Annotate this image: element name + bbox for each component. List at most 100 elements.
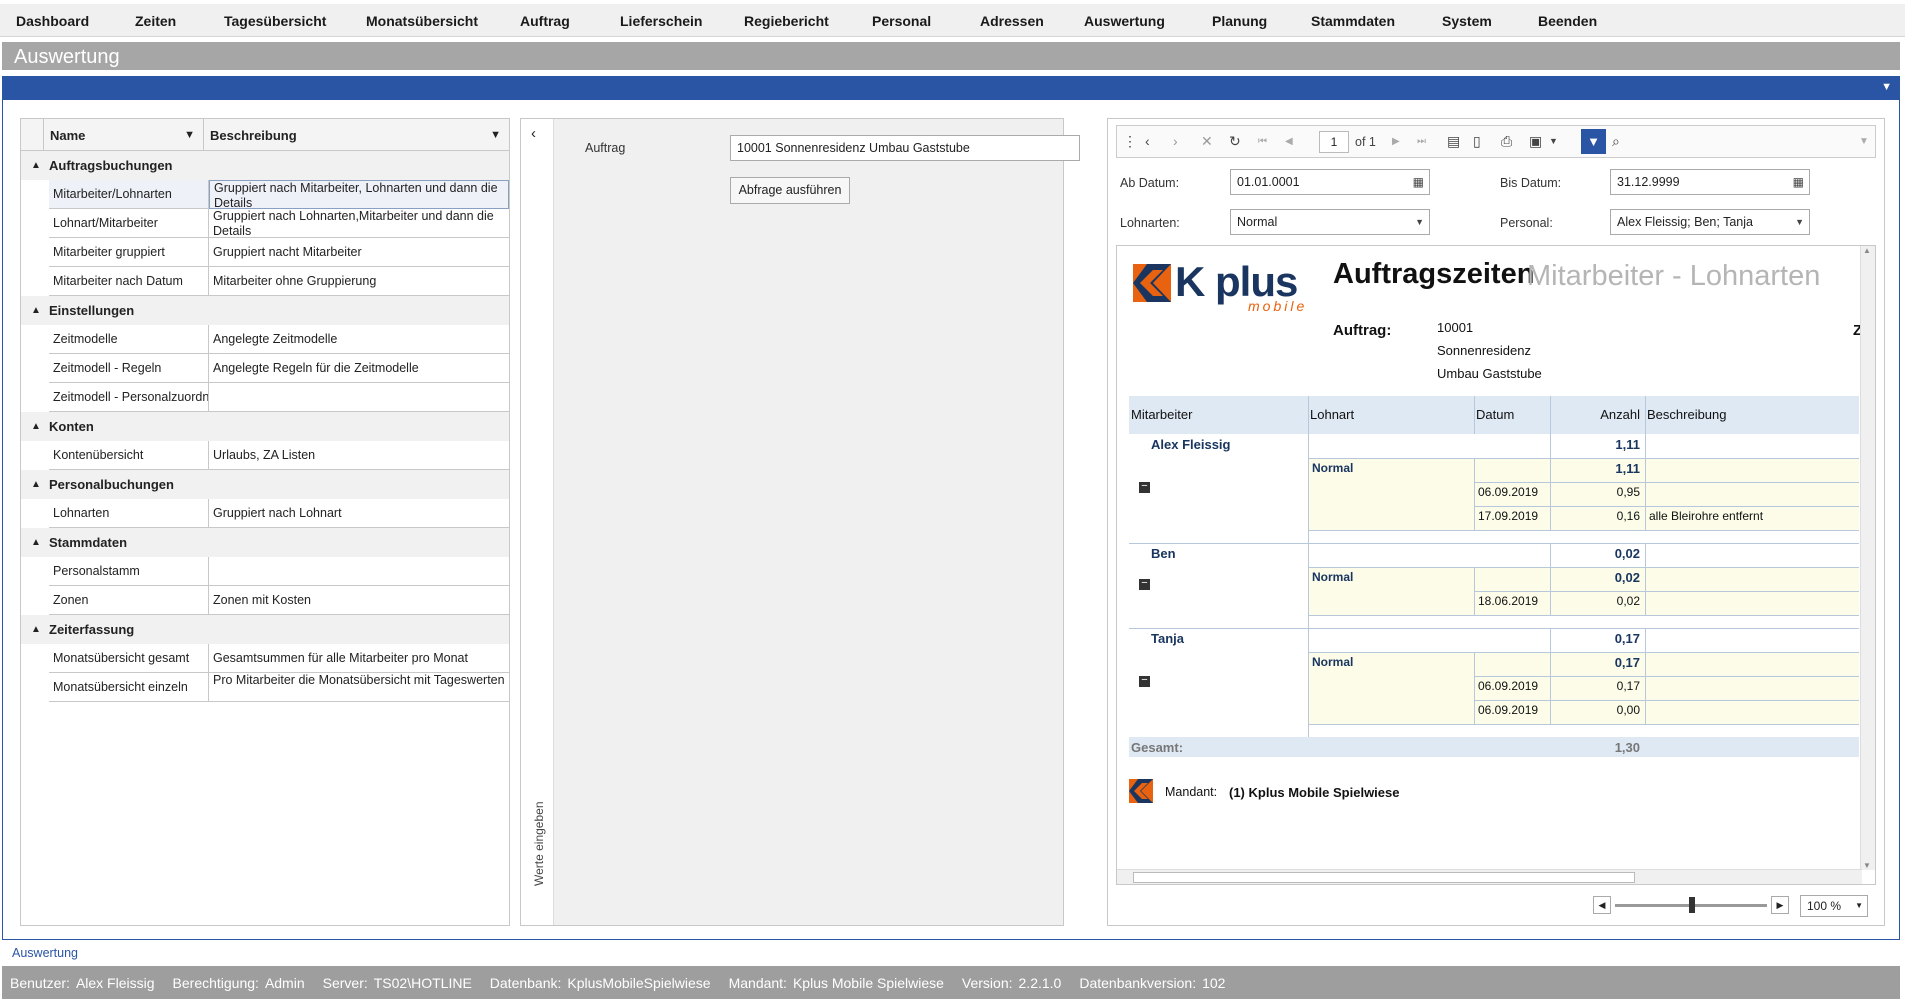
menu-item-12[interactable]: System [1442,4,1492,37]
lohnarten-value: Normal [1237,215,1278,229]
tree-row[interactable]: Zeitmodelle Angelegte Zeitmodelle [49,325,509,354]
menu-item-1[interactable]: Zeiten [135,4,176,37]
menu-item-4[interactable]: Auftrag [520,4,570,37]
report-title: Auftragszeiten [1333,258,1535,290]
expand-triangle-icon[interactable]: ▲ [31,528,41,558]
tree-row[interactable]: Lohnart/Mitarbeiter Gruppiert nach Lohnar… [49,209,509,238]
tree-row[interactable]: Zeitmodell - Personalzuordn [49,383,509,412]
personal-label: Personal: [1500,216,1553,230]
expand-triangle-icon[interactable]: ▲ [31,470,41,500]
refresh-icon[interactable]: ↻ [1229,133,1241,150]
calendar-icon[interactable]: ▦ [1413,170,1424,194]
tree-row[interactable]: Zonen Zonen mit Kosten [49,586,509,615]
tree-row[interactable]: Mitarbeiter/Lohnarten Gruppiert nach Mita… [49,180,509,209]
back-icon[interactable]: ‹ [1145,133,1150,149]
tree-row[interactable]: Mitarbeiter nach Datum Mitarbeiter ohne G… [49,267,509,296]
filter-icon[interactable]: ▼ [490,119,501,152]
lohnarten-label: Lohnarten: [1120,216,1180,230]
collapse-minus-icon[interactable]: − [1139,675,1150,687]
run-query-button[interactable]: Abfrage ausführen [730,177,850,204]
search-icon[interactable]: ⌕ [1612,133,1620,150]
zoom-select[interactable]: 100 % ▼ [1800,895,1868,917]
expand-triangle-icon[interactable]: ▲ [31,615,41,645]
column-header-desc[interactable]: Beschreibung ▼ [203,119,509,151]
menu-item-11[interactable]: Stammdaten [1311,4,1395,37]
tree-row[interactable]: Personalstamm [49,557,509,586]
expand-triangle-icon[interactable]: ▲ [31,296,41,326]
export-icon[interactable]: ▣ [1529,133,1542,150]
status-label: Version: [961,975,1013,991]
collapse-minus-icon[interactable]: − [1139,578,1150,590]
lohnart-total: 0,17 [1614,655,1640,670]
export-dropdown-icon[interactable]: ▼ [1549,136,1558,146]
status-label: Benutzer: [10,975,70,991]
menu-item-9[interactable]: Auswertung [1084,4,1165,37]
lohnart-total: 0,02 [1614,570,1640,585]
tree-row-description [209,557,509,586]
menu-item-2[interactable]: Tagesübersicht [224,4,326,37]
auftrag-label: Auftrag [585,141,626,155]
tree-group[interactable]: ▲ Zeiterfassung [21,615,509,644]
employee-total: 0,02 [1614,546,1640,561]
tree-row[interactable]: Kontenübersicht Urlaubs, ZA Listen [49,441,509,470]
page-input[interactable]: 1 [1319,131,1349,153]
print-layout-icon[interactable]: ▤ [1447,133,1460,150]
tree-row[interactable]: Mitarbeiter gruppiert Gruppiert nacht Mit… [49,238,509,267]
menu-item-8[interactable]: Adressen [980,4,1044,37]
first-page-icon[interactable]: ⏮ [1258,136,1267,147]
zoom-slider-thumb[interactable] [1689,897,1695,913]
print-icon[interactable]: ⎙ [1501,133,1512,150]
tree-row[interactable]: Lohnarten Gruppiert nach Lohnart [49,499,509,528]
tree-group[interactable]: ▲ Personalbuchungen [21,470,509,499]
row-divider [1474,591,1859,592]
auftrag-input[interactable]: 10001 Sonnenresidenz Umbau Gaststube [730,135,1080,161]
page-setup-icon[interactable]: ▯ [1473,133,1481,150]
tree-group[interactable]: ▲ Auftragsbuchungen [21,151,509,180]
tree-group[interactable]: ▲ Konten [21,412,509,441]
tree-row[interactable]: Monatsübersicht einzeln Pro Mitarbeiter d… [49,673,509,702]
last-page-icon[interactable]: ⏭ [1417,136,1426,147]
expand-triangle-icon[interactable]: ▲ [31,151,41,181]
collapse-chevron-icon[interactable]: ‹ [531,125,536,142]
menu-item-10[interactable]: Planung [1212,4,1267,37]
zoom-in-icon[interactable]: ▶ [1771,896,1789,914]
lohnarten-select[interactable]: Normal ▼ [1230,209,1430,235]
tree-header-spacer [21,119,43,151]
horizontal-scrollbar[interactable] [1117,869,1862,884]
calendar-icon[interactable]: ▦ [1793,170,1804,194]
scroll-down-icon[interactable]: ▼ [1863,861,1871,870]
forward-icon[interactable]: › [1173,133,1178,149]
tree-group[interactable]: ▲ Einstellungen [21,296,509,325]
prev-page-icon[interactable]: ◀ [1285,136,1293,147]
collapse-minus-icon[interactable]: − [1139,481,1150,493]
vertical-scrollbar[interactable]: ▲ ▼ [1860,246,1875,870]
toolbar-overflow-icon[interactable]: ▼ [1859,136,1869,147]
menu-item-0[interactable]: Dashboard [16,4,89,37]
report-tree: Name ▼ Beschreibung ▼ ▲ Auftragsbuchungen Mi… [20,118,510,926]
menu-item-3[interactable]: Monatsübersicht [366,4,478,37]
collapse-icon[interactable]: ▼ [1881,81,1892,93]
row-divider [1308,567,1859,568]
menu-item-6[interactable]: Regiebericht [744,4,829,37]
menu-item-13[interactable]: Beenden [1538,4,1597,37]
status-value: Admin [264,975,305,991]
stop-icon[interactable]: ✕ [1201,133,1213,150]
zoom-out-icon[interactable]: ◀ [1593,896,1611,914]
breadcrumb-link[interactable]: Auswertung [12,946,78,960]
next-page-icon[interactable]: ▶ [1392,136,1400,147]
menu-item-5[interactable]: Lieferschein [620,4,702,37]
scrollbar-thumb[interactable] [1133,872,1635,883]
personal-select[interactable]: Alex Fleissig; Ben; Tanja ▼ [1610,209,1810,235]
tree-row[interactable]: Monatsübersicht gesamt Gesamtsummen für a… [49,644,509,673]
tree-group[interactable]: ▲ Stammdaten [21,528,509,557]
column-header-name[interactable]: Name ▼ [43,119,203,151]
menu-item-7[interactable]: Personal [872,4,931,37]
tree-row[interactable]: Zeitmodell - Regeln Angelegte Regeln für … [49,354,509,383]
scroll-up-icon[interactable]: ▲ [1863,246,1871,255]
filter-toggle-icon[interactable]: ▼ [1581,129,1606,154]
more-icon[interactable]: ⋮ [1123,133,1137,150]
bis-datum-input[interactable]: 31.12.9999 ▦ [1610,169,1810,195]
filter-icon[interactable]: ▼ [184,119,195,152]
ab-datum-input[interactable]: 01.01.0001 ▦ [1230,169,1430,195]
expand-triangle-icon[interactable]: ▲ [31,412,41,442]
